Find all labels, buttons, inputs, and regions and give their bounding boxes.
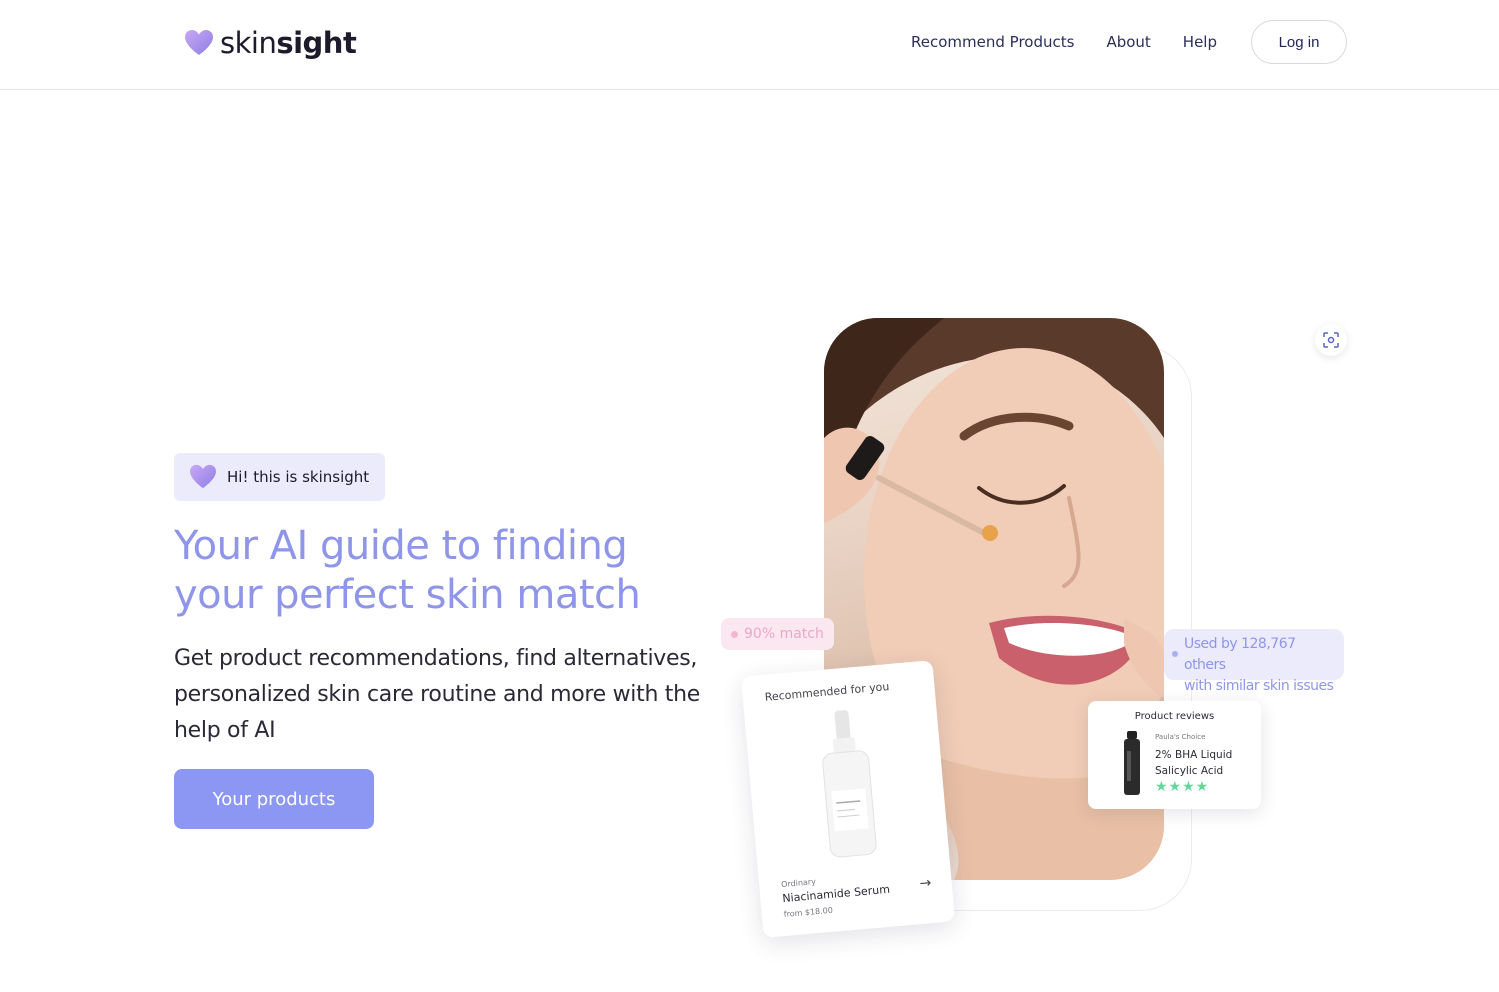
reviews-product: 2% BHA Liquid Salicylic Acid	[1155, 747, 1255, 779]
logo-text: skinsight	[220, 26, 357, 60]
nav-link-about[interactable]: About	[1106, 33, 1150, 51]
hero-title: Your AI guide to finding your perfect sk…	[174, 522, 694, 620]
usage-dot-icon	[1172, 651, 1178, 657]
login-button[interactable]: Log in	[1251, 20, 1347, 64]
scan-button[interactable]	[1315, 324, 1347, 356]
recommended-title: Recommended for you	[764, 679, 890, 704]
reviews-product-line-2: Salicylic Acid	[1155, 765, 1224, 777]
match-dot-icon	[731, 630, 738, 638]
recommended-price: from $18.00	[783, 905, 834, 920]
usage-line-2: with similar skin issues	[1184, 678, 1334, 694]
serum-bottle-image	[822, 709, 877, 858]
hero-title-line-2: your perfect skin match	[174, 572, 641, 618]
heart-icon	[185, 30, 213, 55]
badge-text: Hi! this is skinsight	[227, 468, 370, 486]
site-header: skinsight Recommend Products About Help …	[0, 0, 1499, 90]
heart-icon	[190, 464, 216, 489]
match-label: 90% match	[744, 626, 824, 642]
your-products-button[interactable]: Your products	[174, 769, 374, 829]
bha-bottle-image	[1124, 731, 1140, 795]
nav-link-recommend-products[interactable]: Recommend Products	[911, 33, 1074, 51]
recommended-brand: Ordinary	[780, 877, 817, 890]
arrow-right-icon[interactable]: →	[919, 875, 932, 892]
main-nav: Recommend Products About Help Log in	[911, 20, 1347, 64]
star-rating: ★★★★	[1155, 779, 1210, 795]
intro-badge: Hi! this is skinsight	[174, 453, 386, 501]
reviews-product-line-1: 2% BHA Liquid	[1155, 749, 1233, 761]
usage-badge: Used by 128,767 others with similar skin…	[1164, 629, 1344, 694]
hero-title-line-1: Your AI guide to finding	[174, 523, 628, 569]
reviews-title: Product reviews	[1134, 711, 1215, 722]
match-badge: 90% match	[721, 618, 834, 650]
usage-line-1: Used by 128,767 others	[1184, 636, 1296, 673]
nav-link-help[interactable]: Help	[1183, 33, 1217, 51]
logo[interactable]: skinsight	[184, 26, 357, 60]
hero-subtitle: Get product recommendations, find altern…	[174, 646, 700, 743]
reviews-brand: Paula's Choice	[1155, 733, 1206, 741]
recommended-card[interactable]: Recommended for you Ordinary Niacinamide…	[740, 660, 956, 938]
scan-icon	[1323, 332, 1339, 348]
reviews-card[interactable]: Product reviews Paula's Choice 2% BHA Li…	[1088, 701, 1261, 809]
